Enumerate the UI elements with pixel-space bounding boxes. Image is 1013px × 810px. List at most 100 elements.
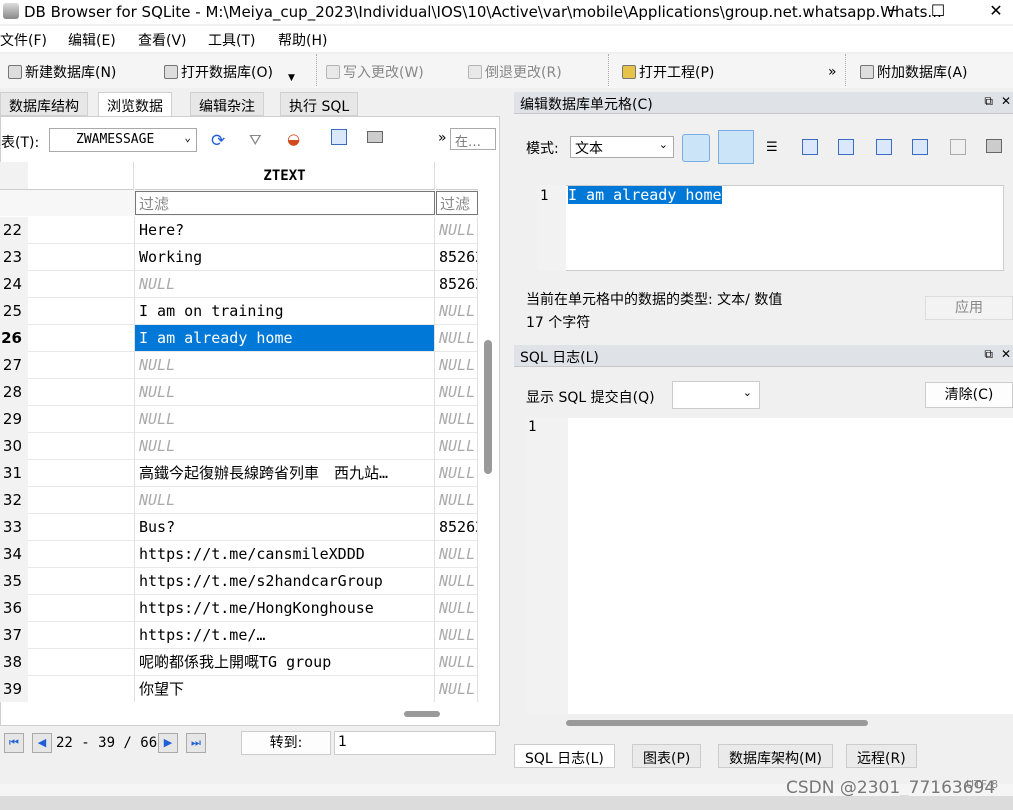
cell-ztext[interactable]: I am already home <box>135 325 435 352</box>
cell-blank[interactable] <box>28 595 135 622</box>
sql-log-scrollbar[interactable] <box>566 720 868 726</box>
row-number[interactable]: 34 <box>0 541 28 568</box>
cell-ztext[interactable]: Here? <box>135 217 435 244</box>
cell-ztext[interactable]: NULL <box>135 433 435 460</box>
set-null-icon[interactable] <box>876 139 892 155</box>
table-row[interactable]: 22 Here? NULL <box>0 217 478 244</box>
float-icon[interactable]: ⧉ <box>984 347 993 362</box>
menu-edit[interactable]: 编辑(E) <box>68 30 116 50</box>
cell-blank[interactable] <box>28 487 135 514</box>
auto-format-icon[interactable] <box>682 134 710 162</box>
menu-view[interactable]: 查看(V) <box>138 30 187 50</box>
row-number[interactable]: 37 <box>0 622 28 649</box>
cell-ztext[interactable]: NULL <box>135 487 435 514</box>
table-row[interactable]: 38 呢啲都係我上開嘅TG group NULL <box>0 649 478 676</box>
cell-ztext[interactable]: NULL <box>135 406 435 433</box>
cell-ztext[interactable]: https://t.me/… <box>135 622 435 649</box>
cell-next[interactable]: 85262 <box>435 514 478 541</box>
table-row[interactable]: 37 https://t.me/… NULL <box>0 622 478 649</box>
tab-remote[interactable]: 远程(R) <box>846 744 917 768</box>
menu-file[interactable]: 文件(F) <box>0 30 47 50</box>
revert-changes-button[interactable]: 倒退更改(R) <box>468 62 562 82</box>
cell-blank[interactable] <box>28 433 135 460</box>
cell-blank[interactable] <box>28 568 135 595</box>
find-input[interactable]: 在… <box>450 128 496 150</box>
menu-help[interactable]: 帮助(H) <box>278 30 327 50</box>
row-number[interactable]: 25 <box>0 298 28 325</box>
row-number[interactable]: 24 <box>0 271 28 298</box>
cell-blank[interactable] <box>28 406 135 433</box>
goto-button[interactable]: 转到: <box>241 731 331 755</box>
browse-more-button[interactable]: » <box>438 130 447 146</box>
first-page-icon[interactable]: ⏮ <box>4 733 24 753</box>
table-row[interactable]: 23 Working85262 <box>0 244 478 271</box>
image-icon[interactable] <box>912 139 928 155</box>
goto-input[interactable]: 1 <box>334 731 496 755</box>
table-row[interactable]: 27 NULL NULL <box>0 352 478 379</box>
table-row[interactable]: 32 NULL NULL <box>0 487 478 514</box>
column-header-next[interactable] <box>436 162 478 190</box>
cell-ztext[interactable]: NULL <box>135 271 435 298</box>
insert-record-icon[interactable] <box>331 129 347 145</box>
row-number[interactable]: 32 <box>0 487 28 514</box>
cell-next[interactable]: NULL <box>435 433 478 460</box>
attach-database-button[interactable]: 附加数据库(A) <box>860 62 968 82</box>
tab-db-schema[interactable]: 数据库架构(M) <box>718 744 834 768</box>
tab-execute-sql[interactable]: 执行 SQL <box>280 92 359 116</box>
close-dock-icon[interactable]: ✕ <box>1001 94 1011 108</box>
table-row[interactable]: 35 https://t.me/s2handcarGroup NULL <box>0 568 478 595</box>
row-number[interactable]: 39 <box>0 676 28 702</box>
cell-next[interactable]: NULL <box>435 352 478 379</box>
cell-next[interactable]: 85262 <box>435 244 478 271</box>
clear-log-button[interactable]: 清除(C) <box>925 382 1013 408</box>
cell-blank[interactable] <box>28 352 135 379</box>
new-database-button[interactable]: 新建数据库(N) <box>8 62 116 82</box>
row-number[interactable]: 22 <box>0 217 28 244</box>
sql-log-editor[interactable] <box>568 418 1013 714</box>
cell-next[interactable]: NULL <box>435 676 478 702</box>
row-number[interactable]: 30 <box>0 433 28 460</box>
row-number[interactable]: 23 <box>0 244 28 271</box>
table-row[interactable]: 30 NULL NULL <box>0 433 478 460</box>
filter-input-ztext[interactable]: 过滤 <box>135 191 435 215</box>
cell-blank[interactable] <box>28 325 135 352</box>
cell-blank[interactable] <box>28 298 135 325</box>
row-number[interactable]: 38 <box>0 649 28 676</box>
import-icon[interactable] <box>802 139 818 155</box>
cell-blank[interactable] <box>28 217 135 244</box>
clear-filters-icon[interactable]: ⛛ <box>249 131 262 149</box>
print-icon[interactable] <box>367 131 383 143</box>
open-project-button[interactable]: 打开工程(P) <box>622 62 714 82</box>
next-page-icon[interactable]: ▶ <box>158 733 178 753</box>
cell-next[interactable]: NULL <box>435 325 478 352</box>
cell-next[interactable]: NULL <box>435 568 478 595</box>
cell-next[interactable]: NULL <box>435 460 478 487</box>
close-button[interactable]: ✕ <box>973 0 1013 24</box>
row-number[interactable]: 35 <box>0 568 28 595</box>
cell-next[interactable]: NULL <box>435 487 478 514</box>
cell-next[interactable]: NULL <box>435 298 478 325</box>
cell-ztext[interactable]: Bus? <box>135 514 435 541</box>
table-row[interactable]: 39 你望下 NULL <box>0 676 478 702</box>
cell-blank[interactable] <box>28 460 135 487</box>
tab-plot[interactable]: 图表(P) <box>632 744 702 768</box>
cell-next[interactable]: NULL <box>435 595 478 622</box>
toolbar-more-button[interactable]: » <box>828 62 837 82</box>
menu-tools[interactable]: 工具(T) <box>208 30 255 50</box>
row-number[interactable]: 28 <box>0 379 28 406</box>
cell-ztext[interactable]: NULL <box>135 352 435 379</box>
refresh-icon[interactable]: ⟳ <box>211 131 225 151</box>
eraser-icon[interactable] <box>950 139 966 155</box>
table-row[interactable]: 34 https://t.me/cansmileXDDD NULL <box>0 541 478 568</box>
maximize-button[interactable]: ☐ <box>915 0 961 24</box>
float-icon[interactable]: ⧉ <box>984 94 993 109</box>
cell-editor-text[interactable]: I am already home <box>568 186 722 204</box>
row-number[interactable]: 27 <box>0 352 28 379</box>
tab-edit-pragmas[interactable]: 编辑杂注 <box>190 92 264 116</box>
prev-page-icon[interactable]: ◀ <box>32 733 52 753</box>
column-header-blank[interactable] <box>28 162 134 190</box>
tab-sql-log[interactable]: SQL 日志(L) <box>514 744 615 768</box>
cell-blank[interactable] <box>28 541 135 568</box>
row-number[interactable]: 29 <box>0 406 28 433</box>
column-header-ztext[interactable]: ZTEXT <box>135 162 435 190</box>
